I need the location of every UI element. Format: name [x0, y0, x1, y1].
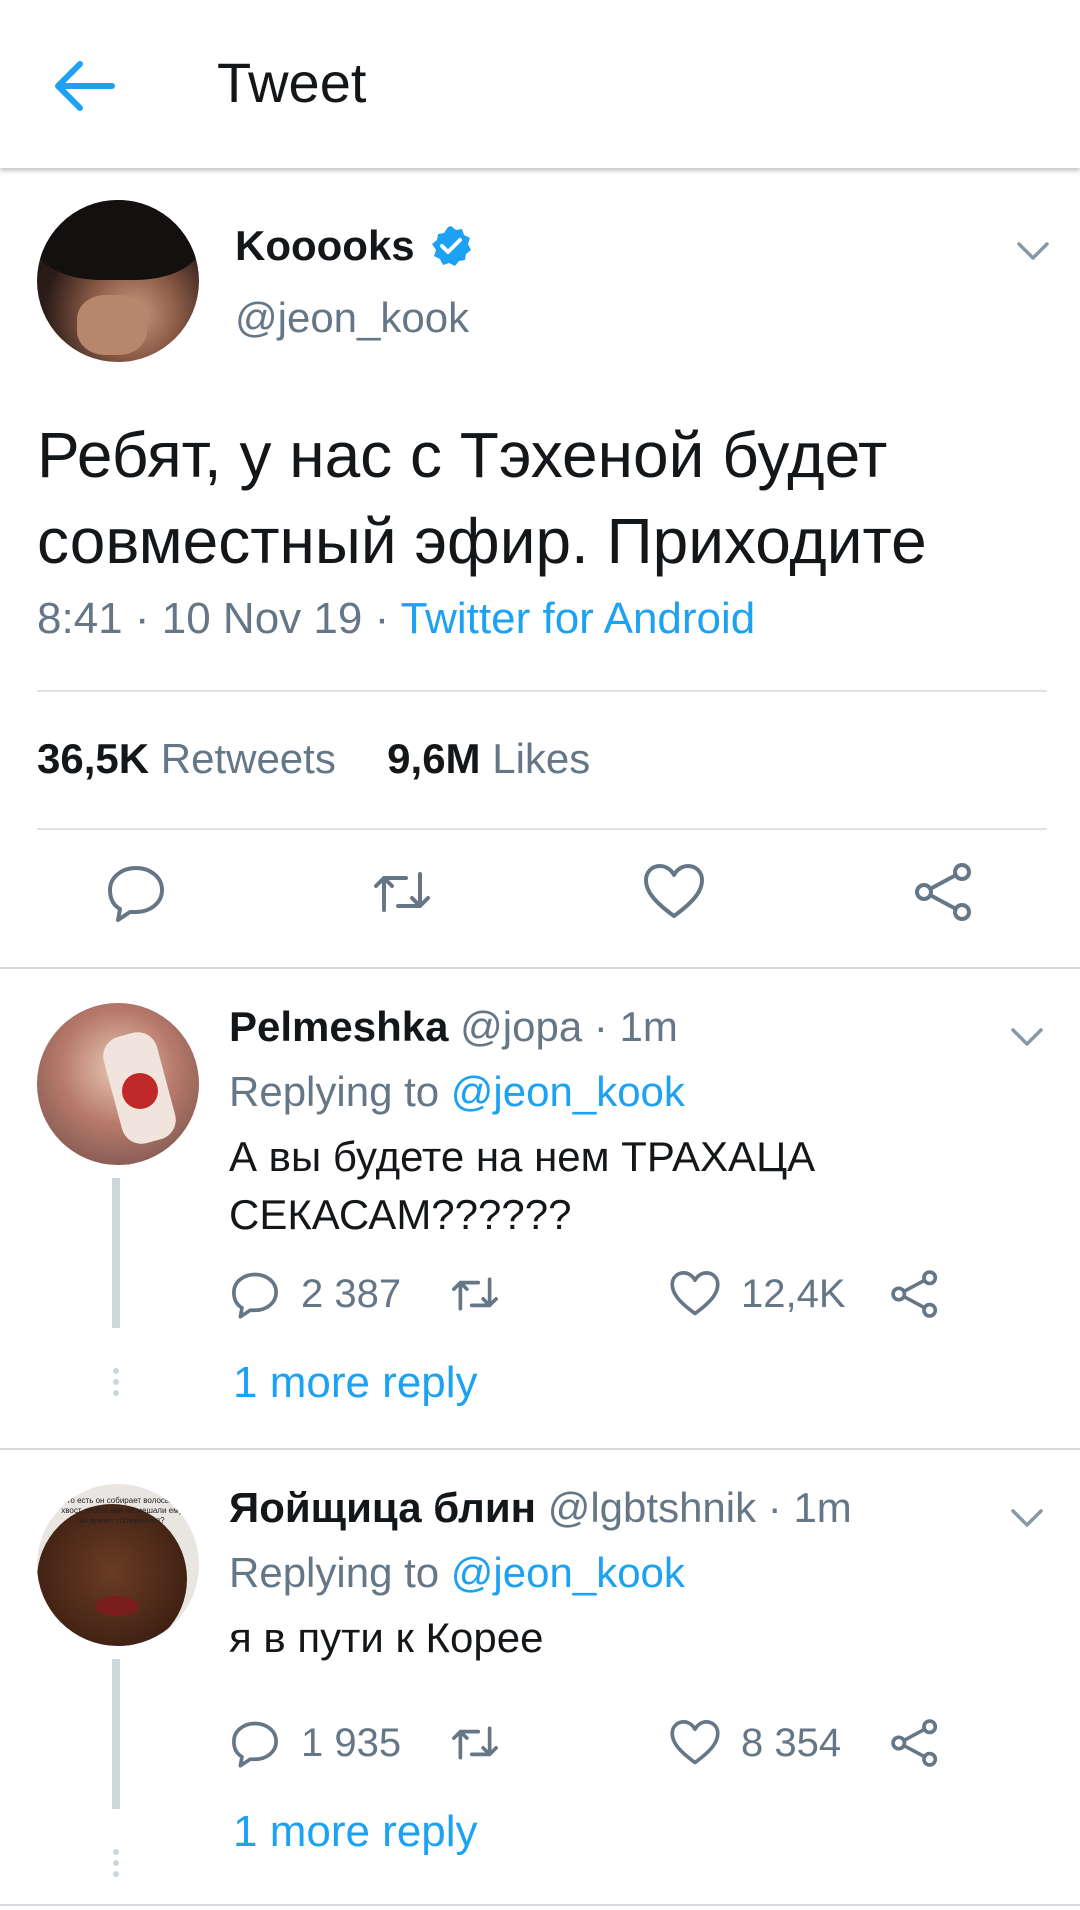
tweet-source-link[interactable]: Twitter for Android	[401, 594, 756, 643]
reply-icon[interactable]	[104, 860, 168, 924]
retweet-icon	[452, 1277, 498, 1311]
more-replies-link[interactable]: 1 more reply	[233, 1807, 478, 1857]
chevron-down-icon[interactable]	[1010, 1507, 1044, 1529]
reply-avatar[interactable]	[37, 1003, 199, 1165]
like-icon	[670, 1271, 720, 1316]
share-icon	[891, 1270, 938, 1318]
replying-to-prefix: Replying to	[229, 1549, 440, 1596]
author-name: Kooooks	[235, 222, 415, 269]
reply-text: А вы будете на нем ТРАХАЦА СЕКАСАМ??????	[229, 1133, 816, 1238]
more-replies-link[interactable]: 1 more reply	[233, 1358, 478, 1408]
reply-text: я в пути к Корее	[229, 1614, 544, 1661]
chevron-down-icon[interactable]	[1010, 1026, 1044, 1048]
reply-icon	[232, 1721, 278, 1768]
reply-header: Яойщица блин @lgbtshnik · 1m	[229, 1484, 852, 1531]
like-icon	[670, 1720, 720, 1765]
like-icon[interactable]	[642, 860, 706, 924]
retweets-stat[interactable]: 36,5K Retweets	[37, 735, 336, 782]
back-arrow-icon[interactable]	[52, 60, 116, 112]
author-name-row[interactable]: Kooooks	[235, 222, 473, 270]
share-icon[interactable]	[912, 860, 976, 924]
tweet-time: 8:41	[37, 594, 123, 643]
verified-badge-icon	[431, 226, 471, 266]
reply-author-name[interactable]: Pelmeshka	[229, 1003, 448, 1050]
like-count: 12,4K	[741, 1271, 846, 1316]
replying-to-prefix: Replying to	[229, 1068, 440, 1115]
reply-item[interactable]: Pelmeshka @jopa · 1m Replying to @jeon_k…	[0, 968, 1080, 1448]
share-icon	[891, 1719, 938, 1767]
tweet-meta: 8:41 · 10 Nov 19 · Twitter for Android	[37, 594, 756, 643]
reply-header: Pelmeshka @jopa · 1m	[229, 1003, 678, 1050]
reply-count: 2 387	[301, 1271, 402, 1316]
thread-line	[112, 1659, 120, 1809]
likes-label: Likes	[492, 735, 591, 782]
page-title: Tweet	[217, 51, 367, 114]
likes-count: 9,6M	[387, 735, 481, 782]
reply-item[interactable]: то есть он собирает волосы в хвост, чтоб…	[0, 1449, 1080, 1910]
retweet-icon[interactable]	[370, 860, 434, 924]
thread-dots	[111, 1368, 121, 1401]
replying-to: Replying to @jeon_kook	[229, 1549, 685, 1597]
divider	[37, 690, 1047, 692]
reply-author-name[interactable]: Яойщица блин	[229, 1484, 536, 1531]
share-button[interactable]	[889, 1268, 961, 1320]
reply-age: 1m	[793, 1484, 852, 1531]
retweet-icon	[452, 1726, 498, 1760]
replying-to: Replying to @jeon_kook	[229, 1068, 685, 1116]
reply-avatar[interactable]: то есть он собирает волосы в хвост, чтоб…	[37, 1484, 199, 1646]
tweet-date: 10 Nov 19	[161, 594, 363, 643]
thread-dots	[111, 1849, 121, 1882]
thread-line	[112, 1178, 120, 1328]
author-handle[interactable]: @jeon_kook	[235, 294, 469, 342]
author-avatar[interactable]	[37, 200, 199, 362]
reply-button[interactable]: 2 387	[229, 1268, 401, 1320]
tweet-actions	[0, 860, 1080, 940]
tweet-text: Ребят, у нас с Тэхеной будет совместный …	[37, 419, 927, 577]
reply-button[interactable]: 1 935	[229, 1717, 401, 1769]
share-button[interactable]	[889, 1717, 961, 1769]
retweets-count: 36,5K	[37, 735, 150, 782]
section-divider	[0, 1904, 1080, 1906]
avatar-caption: то есть он собирает волосы в хвост, чтоб…	[61, 1496, 183, 1525]
reply-actions: 2 387 12,4K	[229, 1268, 989, 1324]
replying-to-handle[interactable]: @jeon_kook	[451, 1068, 685, 1115]
like-count: 8 354	[741, 1720, 842, 1765]
reply-icon	[232, 1272, 278, 1319]
reply-author-handle[interactable]: @jopa	[460, 1003, 582, 1050]
reply-author-handle[interactable]: @lgbtshnik	[548, 1484, 756, 1531]
retweet-button[interactable]	[449, 1268, 521, 1320]
likes-stat[interactable]: 9,6M Likes	[387, 735, 590, 782]
like-button[interactable]: 8 354	[669, 1717, 841, 1769]
like-button[interactable]: 12,4K	[669, 1268, 846, 1320]
tweet-stats: 36,5K Retweets 9,6M Likes	[37, 735, 590, 783]
chevron-down-icon[interactable]	[1016, 240, 1050, 262]
reply-age: 1m	[619, 1003, 678, 1050]
replying-to-handle[interactable]: @jeon_kook	[451, 1549, 685, 1596]
app-bar: Tweet	[0, 0, 1080, 168]
retweets-label: Retweets	[160, 735, 336, 782]
reply-actions: 1 935 8 354	[229, 1717, 989, 1773]
retweet-button[interactable]	[449, 1717, 521, 1769]
divider	[37, 828, 1047, 830]
reply-count: 1 935	[301, 1720, 402, 1765]
